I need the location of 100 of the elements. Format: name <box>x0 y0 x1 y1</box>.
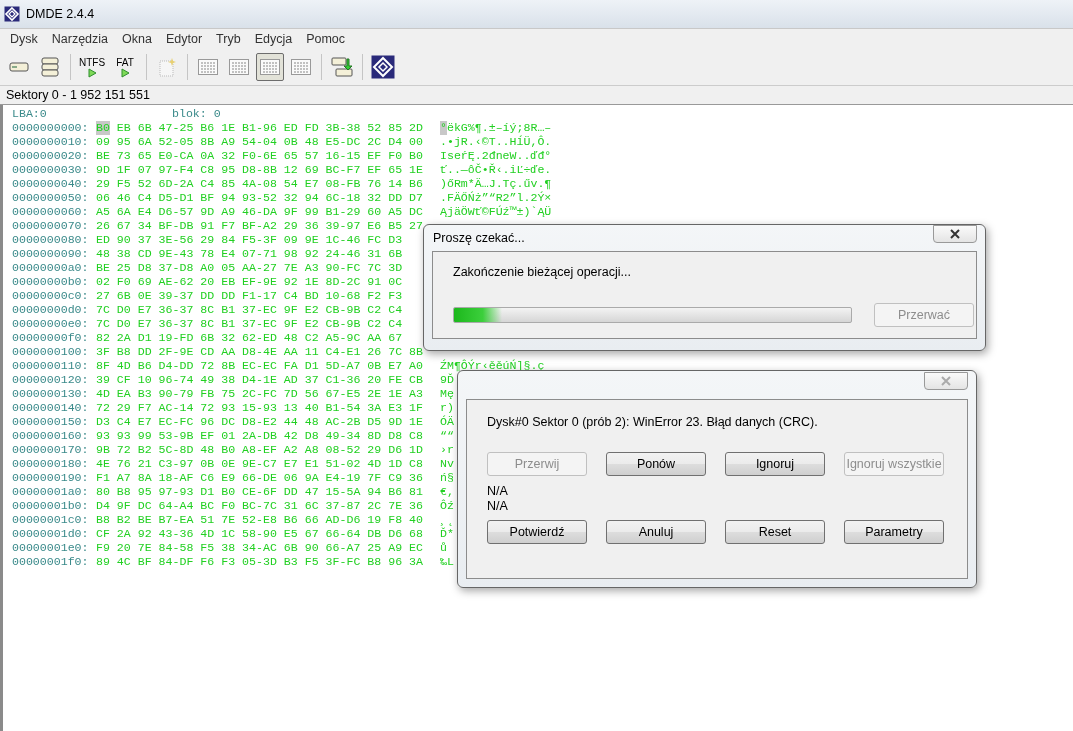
hex-bytes: 8F 4D B6 D4-DD 72 8B EC-EC FA D1 5D-A7 0B E7 A0 <box>96 359 423 372</box>
ascii-text: 9Ď <box>440 373 454 386</box>
menu-item[interactable]: Edytor <box>158 32 210 46</box>
hex-bytes: 72 29 F7 AC-14 72 93 15-93 13 40 B1-54 3A E3 1F <box>96 401 423 414</box>
offset-text: 00000000b0: <box>12 275 90 289</box>
ascii-text: .FÄŐŃż”“R2”l.2Ý× <box>440 191 552 204</box>
hex-bytes: 4D EA B3 90-79 FB 75 2C-FC 7D 56 67-E5 2E 1E A3 <box>96 387 423 400</box>
hex-bytes: F1 A7 8A 18-AF C6 E9 66-DE 06 9A E4-19 7F C9 36 <box>96 471 423 484</box>
app-logo-icon <box>4 6 20 22</box>
hex-bytes: BE 73 65 E0-CA 0A 32 F0-6E 65 57 16-15 EF F0 B0 <box>96 149 423 162</box>
ascii-text: ‰L <box>440 555 454 568</box>
ascii-text: Nv <box>440 457 454 470</box>
hex-bytes: 26 67 34 BF-DB 91 F7 BF-A2 29 36 39-97 E6 B5 27 <box>96 219 423 232</box>
hex-bytes: 93 93 99 53-9B EF 01 2A-DB 42 D8 49-34 8D D8 C8 <box>96 429 423 442</box>
ascii-text: ›r <box>440 443 454 456</box>
offset-text: 00000000f0: <box>12 331 90 345</box>
offset-text: 0000000090: <box>12 247 90 261</box>
window-title: DMDE 2.4.4 <box>26 7 95 21</box>
offset-text: 0000000000: <box>12 121 90 135</box>
info-text: N/A <box>487 499 509 514</box>
hex-bytes: BE 25 D8 37-D8 A0 05 AA-27 7E A3 90-FC 7C 3D <box>96 261 403 274</box>
ascii-text: r) <box>440 401 454 414</box>
hex-bytes: 09 95 6A 52-05 8B A9 54-04 0B 48 E5-DC 2C D4 00 <box>96 135 423 148</box>
offset-text: 00000000e0: <box>12 317 90 331</box>
run-button[interactable]: NTFS <box>77 53 107 81</box>
offset-text: 00000001a0: <box>12 485 90 499</box>
hex-bytes: 39 CF 10 96-74 49 38 D4-1E AD 37 C1-36 20 FE CB <box>96 373 423 386</box>
panel-icon <box>197 56 219 78</box>
lba-label: LBA:0 <box>12 107 48 121</box>
dialog-button[interactable]: Reset <box>725 520 825 544</box>
dialog-button[interactable]: Ignoruj <box>725 452 825 476</box>
offset-text: 0000000150: <box>12 415 90 429</box>
offset-text: 0000000040: <box>12 177 90 191</box>
ascii-text: ĄjäÖWť©FÚź™±)`ĄÜ <box>440 205 552 218</box>
ascii-text: €, <box>440 485 454 498</box>
menu-item[interactable]: Tryb <box>209 32 248 46</box>
ascii-text: ť..—ôČ•Ř‹.iĽ÷ďe. <box>440 163 552 176</box>
offset-text: 0000000190: <box>12 471 90 485</box>
offset-text: 0000000030: <box>12 163 90 177</box>
sector-range: Sektory 0 - 1 952 151 551 <box>6 88 150 102</box>
close-button[interactable] <box>933 225 977 243</box>
hex-bytes: 29 F5 52 6D-2A C4 85 4A-08 54 E7 08-FB 76 14 B6 <box>96 177 423 190</box>
dialog-button[interactable]: Parametry <box>844 520 944 544</box>
hex-bytes: 9D 1F 07 97-F4 C8 95 D8-8B 12 69 BC-F7 EF 65 1E <box>96 163 423 176</box>
hex-bytes: 9B 72 B2 5C-8D 48 B0 A8-EF A2 A8 08-52 29 D6 1D <box>96 443 423 456</box>
hex-bytes: 06 46 C4 D5-D1 BF 94 93-52 32 94 6C-18 32 DD D7 <box>96 191 423 204</box>
menu-item[interactable]: Narzędzia <box>44 32 116 46</box>
hex-bytes: A5 6A E4 D6-57 9D A9 46-DA 9F 99 B1-29 60 A5 DC <box>96 205 423 218</box>
dialog-button[interactable]: Anuluj <box>606 520 706 544</box>
offset-text: 00000000a0: <box>12 261 90 275</box>
dialog-button[interactable]: Ponów <box>606 452 706 476</box>
offset-text: 00000001f0: <box>12 555 90 569</box>
progress-message: Zakończenie bieżącej operacji... <box>453 265 632 279</box>
menu-item[interactable]: Pomoc <box>299 32 353 46</box>
menu-item[interactable]: Dysk <box>3 32 45 46</box>
hex-bytes: 82 2A D1 19-FD 6B 32 62-ED 48 C2 A5-9C AA 67 <box>96 331 403 344</box>
hex-bytes: B8 B2 BE B7-EA 51 7E 52-E8 B6 66 AD-D6 19 F8 40 <box>96 513 423 526</box>
dialog-button[interactable]: Potwierdź <box>487 520 587 544</box>
hex-bytes: 80 B8 95 97-93 D1 B0 CE-6F DD 47 15-5A 94 B6 81 <box>96 485 423 498</box>
hex-bytes: 7C D0 E7 36-37 8C B1 37-EC 9F E2 CB-9B C2 C4 <box>96 303 403 316</box>
hex-bytes: 89 4C BF 84-DF F6 F3 05-3D B3 F5 3F-FC B8 96 3A <box>96 555 423 568</box>
offset-text: 0000000070: <box>12 219 90 233</box>
offset-text: 0000000180: <box>12 457 90 471</box>
run-button[interactable]: FAT <box>110 53 140 81</box>
menu-item[interactable]: Edycja <box>247 32 300 46</box>
panel-icon <box>290 56 312 78</box>
panel-icon <box>259 56 281 78</box>
ascii-text: ““ <box>440 429 454 442</box>
dialog-title: Proszę czekać... <box>433 231 525 245</box>
ascii-text: )őRm*Ä…J.Tç.űv.¶ <box>440 177 552 190</box>
info-text: N/A <box>487 484 509 499</box>
logo-button[interactable] <box>369 53 397 81</box>
offset-text: 0000000050: <box>12 191 90 205</box>
offset-text: 0000000010: <box>12 135 90 149</box>
offset-text: 00000000c0: <box>12 289 90 303</box>
offset-text: 00000001c0: <box>12 513 90 527</box>
play-icon <box>120 67 130 78</box>
ascii-text: ń§ <box>440 471 454 484</box>
ascii-text: ÓÄ <box>440 415 454 428</box>
ascii-text: .•jR.‹©T..HĺÜ,Ô. <box>440 135 552 148</box>
drives-icon <box>39 56 61 78</box>
panel-view-button[interactable] <box>256 53 284 81</box>
menu-item[interactable]: Okna <box>115 32 159 46</box>
error-message: Dysk#0 Sektor 0 (prób 2): WinError 23. Błąd danych (CRC). <box>487 415 819 429</box>
offset-text: 00000001d0: <box>12 527 90 541</box>
hex-bytes: D3 C4 E7 EC-FC 96 DC D8-E2 44 48 AC-2B D5 9D 1E <box>96 415 423 428</box>
ascii-text: Ď* <box>440 527 454 540</box>
hex-bytes: F9 20 7E 84-58 F5 38 34-AC 6B 90 66-A7 25 A9 EC <box>96 541 423 554</box>
ascii-text: ů <box>440 541 447 554</box>
hex-bytes: 02 F0 69 AE-62 20 EB EF-9E 92 1E 8D-2C 91 0C <box>96 275 403 288</box>
hex-bytes: ED 90 37 3E-56 29 84 F5-3F 09 9E 1C-46 FC D3 <box>96 233 403 246</box>
hex-bytes: 7C D0 E7 36-37 8C B1 37-EC 9F E2 CB-9B C2 C4 <box>96 317 403 330</box>
offset-text: 0000000130: <box>12 387 90 401</box>
ascii-text: ¸˛ <box>440 513 454 526</box>
panel-icon <box>228 56 250 78</box>
hex-bytes: 48 38 CD 9E-43 78 E4 07-71 98 92 24-46 31 6B <box>96 247 403 260</box>
offset-text: 0000000060: <box>12 205 90 219</box>
hex-bytes: 4E 76 21 C3-97 0B 0E 9E-C7 E7 E1 51-02 4D 1D C8 <box>96 457 423 470</box>
play-icon <box>87 67 97 78</box>
block-label: blok: 0 <box>172 107 221 121</box>
